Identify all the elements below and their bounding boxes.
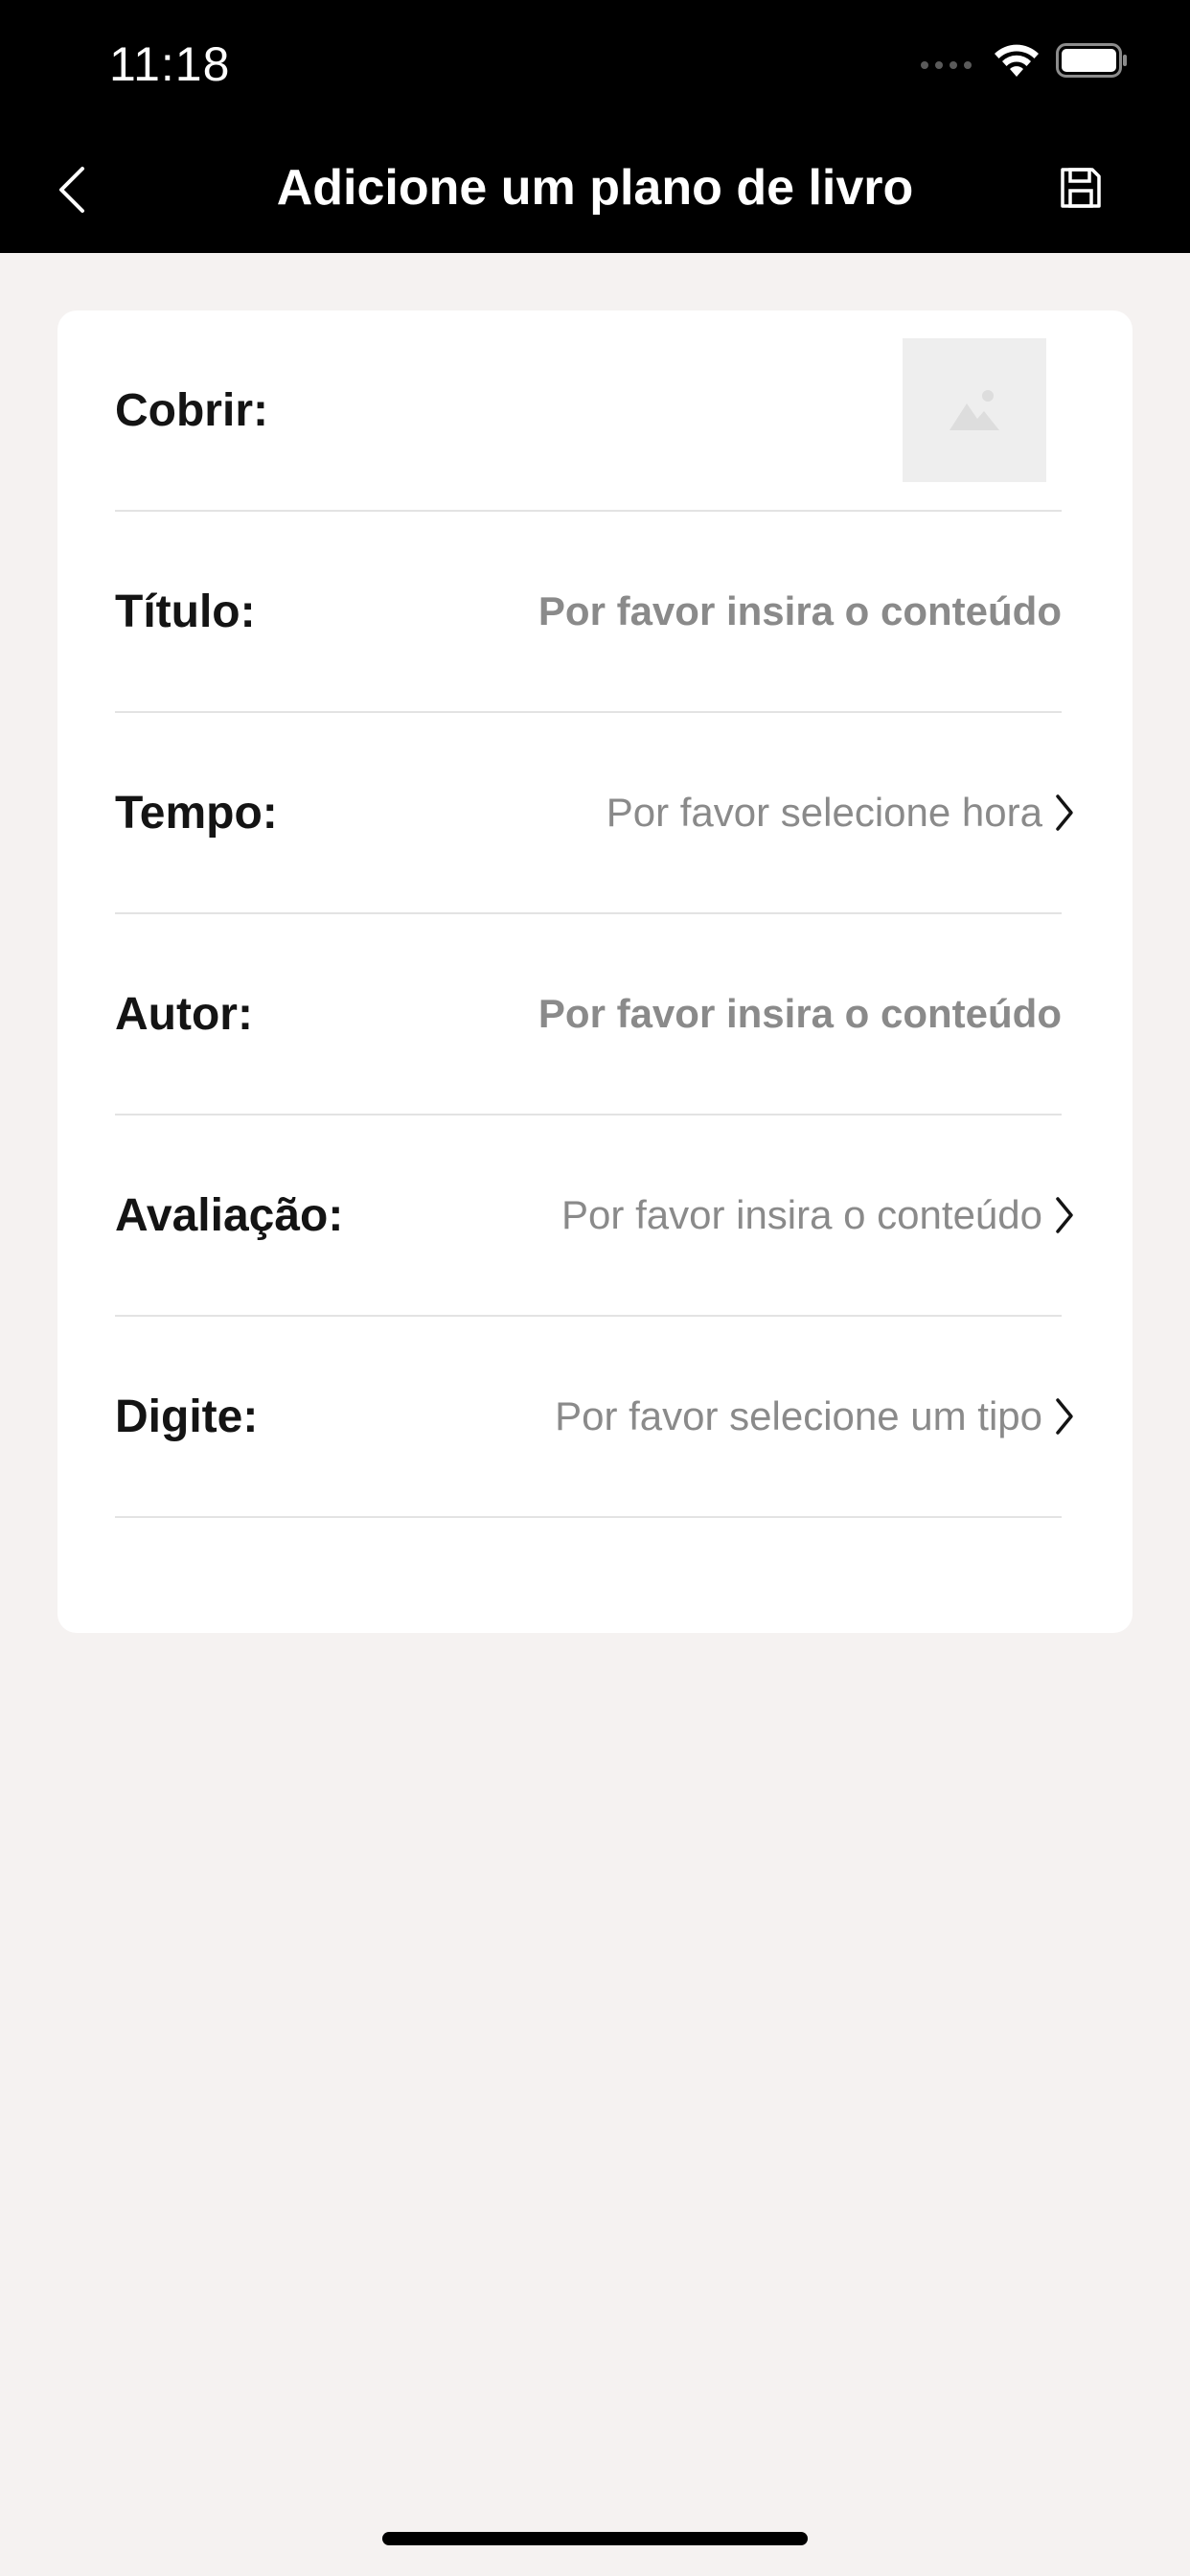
- type-select[interactable]: Por favor selecione um tipo: [555, 1393, 1042, 1439]
- status-icons: [921, 42, 1129, 79]
- status-time: 11:18: [109, 37, 231, 91]
- chevron-right-icon: [1056, 1398, 1073, 1435]
- page-title: Adicione um plano de livro: [276, 160, 914, 216]
- rating-row[interactable]: Avaliação: Por favor insira o conteúdo: [115, 1116, 1073, 1317]
- signal-dots-icon: [921, 61, 972, 69]
- book-plan-form: Cobrir: Título: Por favor insira o conte…: [57, 310, 1133, 1633]
- rating-select[interactable]: Por favor insira o conteúdo: [561, 1192, 1042, 1238]
- save-icon[interactable]: [1058, 165, 1104, 211]
- cover-label: Cobrir:: [115, 384, 268, 436]
- battery-icon: [1056, 43, 1127, 78]
- type-row[interactable]: Digite: Por favor selecione um tipo: [115, 1317, 1073, 1518]
- title-input[interactable]: Por favor insira o conteúdo: [538, 588, 1062, 634]
- author-input[interactable]: Por favor insira o conteúdo: [538, 991, 1062, 1037]
- time-row[interactable]: Tempo: Por favor selecione hora: [115, 713, 1073, 914]
- chevron-right-icon: [1056, 1197, 1073, 1233]
- image-placeholder-icon: [950, 390, 999, 430]
- time-label: Tempo:: [115, 787, 278, 839]
- rating-label: Avaliação:: [115, 1189, 344, 1241]
- home-indicator[interactable]: [382, 2532, 808, 2545]
- author-row[interactable]: Autor: Por favor insira o conteúdo: [115, 914, 1062, 1116]
- cover-image-picker[interactable]: [903, 338, 1046, 482]
- time-select[interactable]: Por favor selecione hora: [606, 790, 1042, 836]
- chevron-right-icon: [1056, 794, 1073, 831]
- cover-row[interactable]: Cobrir:: [115, 310, 1062, 512]
- type-label: Digite:: [115, 1391, 259, 1442]
- wifi-icon: [995, 44, 1039, 77]
- title-label: Título:: [115, 586, 256, 637]
- title-row[interactable]: Título: Por favor insira o conteúdo: [115, 512, 1062, 713]
- top-bar: 11:18 Adicione um plano de livro: [0, 0, 1190, 253]
- author-label: Autor:: [115, 988, 253, 1040]
